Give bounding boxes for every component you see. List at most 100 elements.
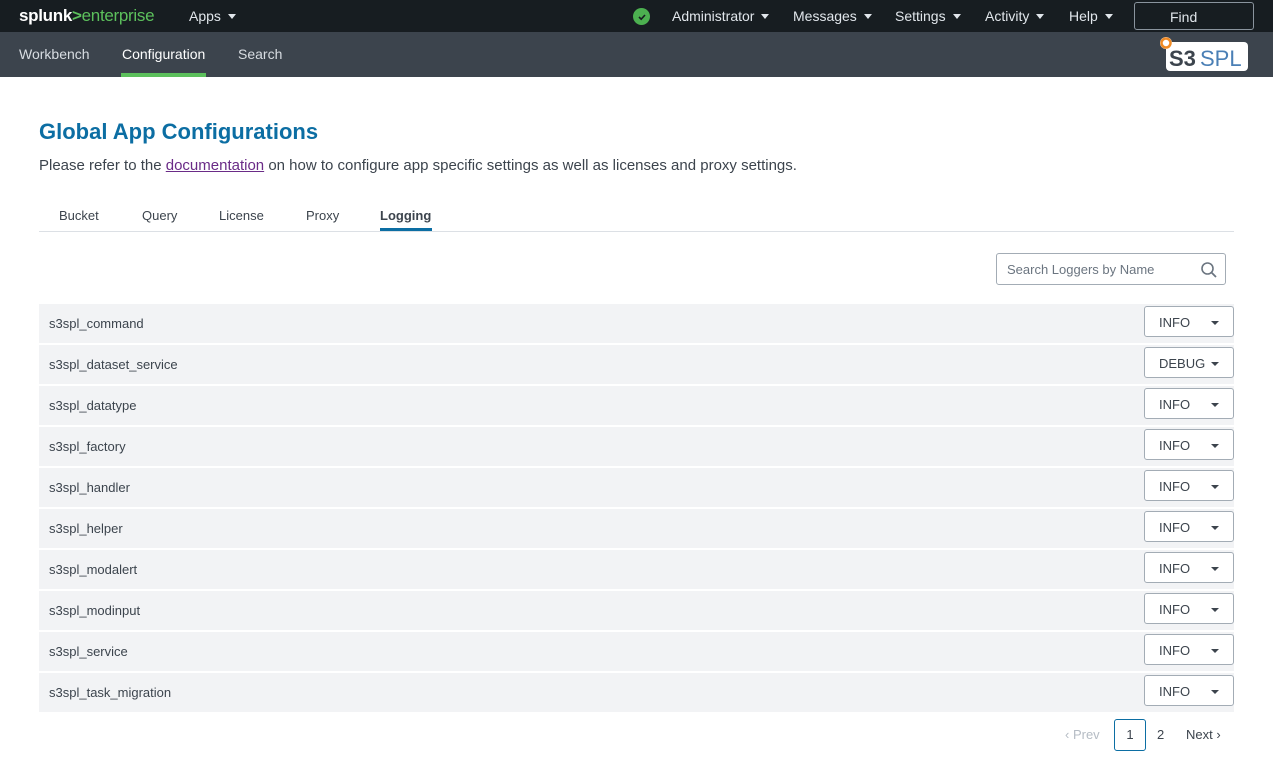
log-level-dropdown[interactable]: INFO bbox=[1144, 429, 1234, 460]
tab-proxy[interactable]: Proxy bbox=[306, 208, 339, 223]
page-2-button[interactable]: 2 bbox=[1157, 727, 1164, 742]
help-menu[interactable]: Help bbox=[1069, 8, 1113, 24]
logger-row: s3spl_task_migration INFO bbox=[39, 673, 1234, 712]
svg-text:SPL: SPL bbox=[1200, 46, 1242, 71]
logger-list: s3spl_command INFO s3spl_dataset_service DE… bbox=[39, 304, 1234, 714]
logger-row: s3spl_service INFO bbox=[39, 632, 1234, 671]
prev-label: Prev bbox=[1072, 727, 1100, 742]
log-level-value: DEBUG bbox=[1159, 356, 1206, 371]
caret-down-icon bbox=[1211, 690, 1219, 694]
logger-name: s3spl_dataset_service bbox=[49, 357, 178, 372]
next-label: Next bbox=[1186, 727, 1213, 742]
logger-name: s3spl_handler bbox=[49, 480, 130, 495]
active-nav-indicator bbox=[121, 73, 206, 77]
nav-workbench[interactable]: Workbench bbox=[19, 46, 90, 62]
caret-down-icon bbox=[1104, 13, 1113, 19]
caret-down-icon bbox=[1211, 649, 1219, 653]
activity-menu[interactable]: Activity bbox=[985, 8, 1045, 24]
page-1-button[interactable]: 1 bbox=[1114, 719, 1146, 751]
log-level-dropdown[interactable]: INFO bbox=[1144, 552, 1234, 583]
caret-down-icon bbox=[227, 13, 236, 19]
logger-name: s3spl_service bbox=[49, 644, 128, 659]
caret-down-icon bbox=[1211, 362, 1219, 366]
app-bar: Workbench Configuration Search bbox=[0, 32, 1273, 77]
tab-query[interactable]: Query bbox=[142, 208, 177, 223]
s3spl-app-logo: S3 SPL bbox=[1160, 37, 1248, 71]
log-level-dropdown[interactable]: INFO bbox=[1144, 675, 1234, 706]
next-page-button[interactable]: Next › bbox=[1186, 727, 1221, 742]
page-title: Global App Configurations bbox=[39, 119, 319, 144]
logger-row: s3spl_helper INFO bbox=[39, 509, 1234, 548]
log-level-value: INFO bbox=[1159, 438, 1191, 453]
logger-name: s3spl_datatype bbox=[49, 398, 137, 413]
caret-down-icon bbox=[1211, 526, 1219, 530]
log-level-dropdown[interactable]: INFO bbox=[1144, 470, 1234, 501]
log-level-dropdown[interactable]: INFO bbox=[1144, 306, 1234, 337]
caret-down-icon bbox=[761, 13, 770, 19]
logo-separator: > bbox=[72, 6, 82, 25]
logger-row: s3spl_dataset_service DEBUG bbox=[39, 345, 1234, 384]
messages-menu[interactable]: Messages bbox=[793, 8, 872, 24]
find-input[interactable]: Find bbox=[1134, 2, 1254, 30]
caret-down-icon bbox=[1211, 403, 1219, 407]
apps-menu[interactable]: Apps bbox=[189, 8, 236, 24]
log-level-value: INFO bbox=[1159, 397, 1191, 412]
nav-search[interactable]: Search bbox=[238, 46, 282, 62]
logger-name: s3spl_factory bbox=[49, 439, 126, 454]
caret-down-icon bbox=[1211, 444, 1219, 448]
tab-logging[interactable]: Logging bbox=[380, 208, 431, 223]
log-level-value: INFO bbox=[1159, 479, 1191, 494]
caret-down-icon bbox=[1211, 485, 1219, 489]
log-level-value: INFO bbox=[1159, 643, 1191, 658]
splunk-logo[interactable]: splunk>enterprise bbox=[19, 6, 155, 26]
settings-menu[interactable]: Settings bbox=[895, 8, 961, 24]
logger-row: s3spl_command INFO bbox=[39, 304, 1234, 343]
health-ok-icon[interactable] bbox=[633, 8, 650, 25]
search-icon[interactable] bbox=[1200, 261, 1218, 279]
config-tabs: Bucket Query License Proxy Logging bbox=[39, 203, 1234, 232]
log-level-value: INFO bbox=[1159, 602, 1191, 617]
log-level-dropdown[interactable]: DEBUG bbox=[1144, 347, 1234, 378]
active-tab-indicator bbox=[380, 228, 432, 231]
logo-product: enterprise bbox=[81, 6, 155, 25]
documentation-link[interactable]: documentation bbox=[166, 157, 264, 174]
nav-configuration[interactable]: Configuration bbox=[122, 46, 205, 62]
prev-page-button[interactable]: ‹ Prev bbox=[1065, 727, 1100, 742]
tab-license[interactable]: License bbox=[219, 208, 264, 223]
log-level-dropdown[interactable]: INFO bbox=[1144, 593, 1234, 624]
page-description: Please refer to the documentation on how… bbox=[39, 157, 797, 174]
chevron-right-icon: › bbox=[1212, 727, 1221, 742]
caret-down-icon bbox=[952, 13, 961, 19]
logger-name: s3spl_modinput bbox=[49, 603, 141, 618]
search-loggers bbox=[996, 253, 1226, 285]
activity-menu-label: Activity bbox=[985, 8, 1030, 24]
logger-row: s3spl_factory INFO bbox=[39, 427, 1234, 466]
logger-name: s3spl_modalert bbox=[49, 562, 138, 577]
caret-down-icon bbox=[1211, 608, 1219, 612]
log-level-dropdown[interactable]: INFO bbox=[1144, 388, 1234, 419]
settings-menu-label: Settings bbox=[895, 8, 946, 24]
caret-down-icon bbox=[863, 13, 872, 19]
log-level-dropdown[interactable]: INFO bbox=[1144, 634, 1234, 665]
caret-down-icon bbox=[1211, 567, 1219, 571]
logo-brand: splunk bbox=[19, 6, 72, 25]
svg-text:S3: S3 bbox=[1169, 46, 1196, 71]
help-menu-label: Help bbox=[1069, 8, 1098, 24]
caret-down-icon bbox=[1036, 13, 1045, 19]
administrator-menu[interactable]: Administrator bbox=[672, 8, 770, 24]
logger-row: s3spl_modinput INFO bbox=[39, 591, 1234, 630]
log-level-value: INFO bbox=[1159, 684, 1191, 699]
logger-row: s3spl_datatype INFO bbox=[39, 386, 1234, 425]
log-level-dropdown[interactable]: INFO bbox=[1144, 511, 1234, 542]
desc-text-before: Please refer to the bbox=[39, 157, 166, 174]
tab-bucket[interactable]: Bucket bbox=[59, 208, 99, 223]
messages-menu-label: Messages bbox=[793, 8, 857, 24]
search-loggers-input[interactable] bbox=[997, 254, 1187, 284]
logger-row: s3spl_modalert INFO bbox=[39, 550, 1234, 589]
log-level-value: INFO bbox=[1159, 315, 1191, 330]
logger-row: s3spl_handler INFO bbox=[39, 468, 1234, 507]
log-level-value: INFO bbox=[1159, 520, 1191, 535]
apps-menu-label: Apps bbox=[189, 8, 221, 24]
log-level-value: INFO bbox=[1159, 561, 1191, 576]
top-bar: splunk>enterprise Apps Administrator Mes… bbox=[0, 0, 1273, 32]
